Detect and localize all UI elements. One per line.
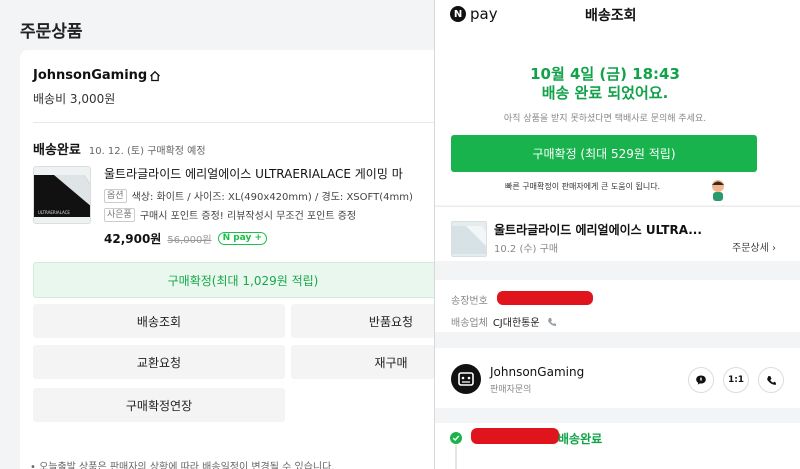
delivered-message: 배송 완료 되었어요. — [541, 84, 669, 102]
seller-link[interactable]: JohnsonGaming — [33, 68, 161, 83]
tracking-panel: N pay 배송조회 10월 4일 (금) 18:43 배송 완료 되었어요. … — [434, 0, 800, 469]
product-name[interactable]: 울트라글라이드 에리얼에이스 ULTRAERIALACE 게이밍 마 — [104, 165, 403, 182]
repurchase-button[interactable]: 재구매 — [291, 345, 434, 379]
order-status: 배송완료 10. 12. (토) 구매확정 예정 — [33, 139, 206, 158]
panel-title: 배송조회 — [585, 8, 637, 24]
option-text: 색상: 화이트 / 사이즈: XL(490x420mm) / 경도: XSOFT… — [131, 192, 413, 203]
phone-icon[interactable] — [547, 317, 557, 327]
panel-seller-name: JohnsonGaming — [490, 365, 585, 379]
npay-logo: N pay — [450, 5, 498, 23]
extend-confirm-button[interactable]: 구매확정연장 — [33, 388, 285, 422]
timeline-line — [455, 445, 457, 469]
product-summary: 울트라글라이드 에리얼에이스 ULTRA... 10.2 (수) 구매 주문상세… — [435, 206, 800, 261]
order-page: 주문상품 JohnsonGaming 배송비 3,000원 배송완료 10. 1… — [0, 0, 434, 469]
npay-word: pay — [470, 5, 498, 23]
delivery-status-section: 10월 4일 (금) 18:43 배송 완료 되었어요. 아직 상품을 받지 못… — [435, 30, 800, 205]
panel-product-thumbnail — [451, 221, 487, 257]
talk-button[interactable] — [688, 367, 714, 393]
carrier-value: CJ대한통운 — [492, 318, 540, 329]
delivery-timeline: 배송완료 — [435, 423, 800, 469]
seller-avatar — [451, 364, 481, 394]
option-tag: 옵션 — [104, 188, 127, 203]
exchange-button[interactable]: 교환요청 — [33, 345, 285, 379]
mascot-icon — [712, 180, 724, 201]
timeline-status: 배송완료 — [558, 432, 603, 446]
tracking-number-label: 송장번호 — [451, 296, 488, 307]
npay-plus-badge: N pay + — [217, 232, 268, 245]
notice-text: • 오늘출발 상품은 판매자의 상황에 따라 배송일정이 변경될 수 있습니다. — [30, 462, 335, 469]
check-icon — [450, 432, 462, 444]
shipment-info: 송장번호 배송업체 CJ대한통운 — [435, 280, 800, 332]
npay-n-icon: N — [450, 6, 466, 22]
status-label: 배송완료 — [33, 143, 81, 158]
carrier-row: 배송업체 CJ대한통운 — [451, 314, 557, 329]
redaction-mark — [471, 428, 559, 444]
mousepad-image — [452, 222, 486, 256]
product-thumbnail[interactable]: ULTRAERIALACE — [33, 166, 91, 224]
panel-product-date: 10.2 (수) 구매 — [494, 244, 559, 255]
option-row: 옵션 색상: 화이트 / 사이즈: XL(490x420mm) / 경도: XS… — [104, 188, 413, 203]
benefit-text: 구매시 포인트 증정! 리뷰작성시 무조건 포인트 증정 — [139, 211, 357, 222]
shipping-fee: 배송비 3,000원 — [33, 92, 116, 106]
call-button[interactable] — [758, 367, 784, 393]
page-title: 주문상품 — [20, 22, 83, 42]
seller-logo-icon — [458, 372, 474, 386]
redaction-mark — [497, 291, 593, 305]
delivery-hint: 아직 상품을 받지 못하셨다면 택배사로 문의해 주세요. — [503, 114, 707, 124]
divider — [33, 122, 434, 123]
chat-icon — [696, 375, 706, 385]
seller-name: JohnsonGaming — [33, 68, 148, 83]
fast-confirm-note: 빠른 구매확정이 판매자에게 큰 도움이 됩니다. — [505, 182, 661, 191]
panel-product-name: 울트라글라이드 에리얼에이스 ULTRA... — [494, 223, 702, 237]
tracking-number-row: 송장번호 — [451, 292, 488, 307]
mousepad-image: ULTRAERIALACE — [34, 167, 90, 223]
thumb-text: ULTRAERIALACE — [38, 210, 70, 215]
order-card: JohnsonGaming 배송비 3,000원 배송완료 10. 12. (토… — [20, 50, 434, 469]
seller-contact: JohnsonGaming 판매자문의 1:1 — [435, 348, 800, 408]
confirm-purchase-button[interactable]: 구매확정(최대 1,029원 적립) — [33, 262, 434, 298]
carrier-label: 배송업체 — [451, 318, 488, 329]
price-row: 42,900원 56,000원 N pay + — [104, 230, 268, 247]
seller-inquiry-label: 판매자문의 — [490, 385, 532, 395]
order-detail-link[interactable]: 주문상세 › — [732, 239, 776, 254]
panel-header: N pay 배송조회 — [435, 0, 800, 30]
delivered-date: 10월 4일 (금) 18:43 — [530, 65, 680, 83]
return-button[interactable]: 반품요청 — [291, 304, 434, 338]
phone-icon — [766, 375, 776, 385]
original-price: 56,000원 — [167, 235, 212, 246]
status-sub: 10. 12. (토) 구매확정 예정 — [88, 146, 206, 157]
benefit-row: 사은품 구매시 포인트 증정! 리뷰작성시 무조건 포인트 증정 — [104, 207, 356, 222]
home-icon — [150, 70, 161, 81]
benefit-tag: 사은품 — [104, 207, 135, 222]
price: 42,900원 — [104, 232, 162, 246]
tracking-button[interactable]: 배송조회 — [33, 304, 285, 338]
panel-confirm-purchase-button[interactable]: 구매확정 (최대 529원 적립) — [451, 135, 757, 172]
one-to-one-button[interactable]: 1:1 — [723, 367, 749, 393]
